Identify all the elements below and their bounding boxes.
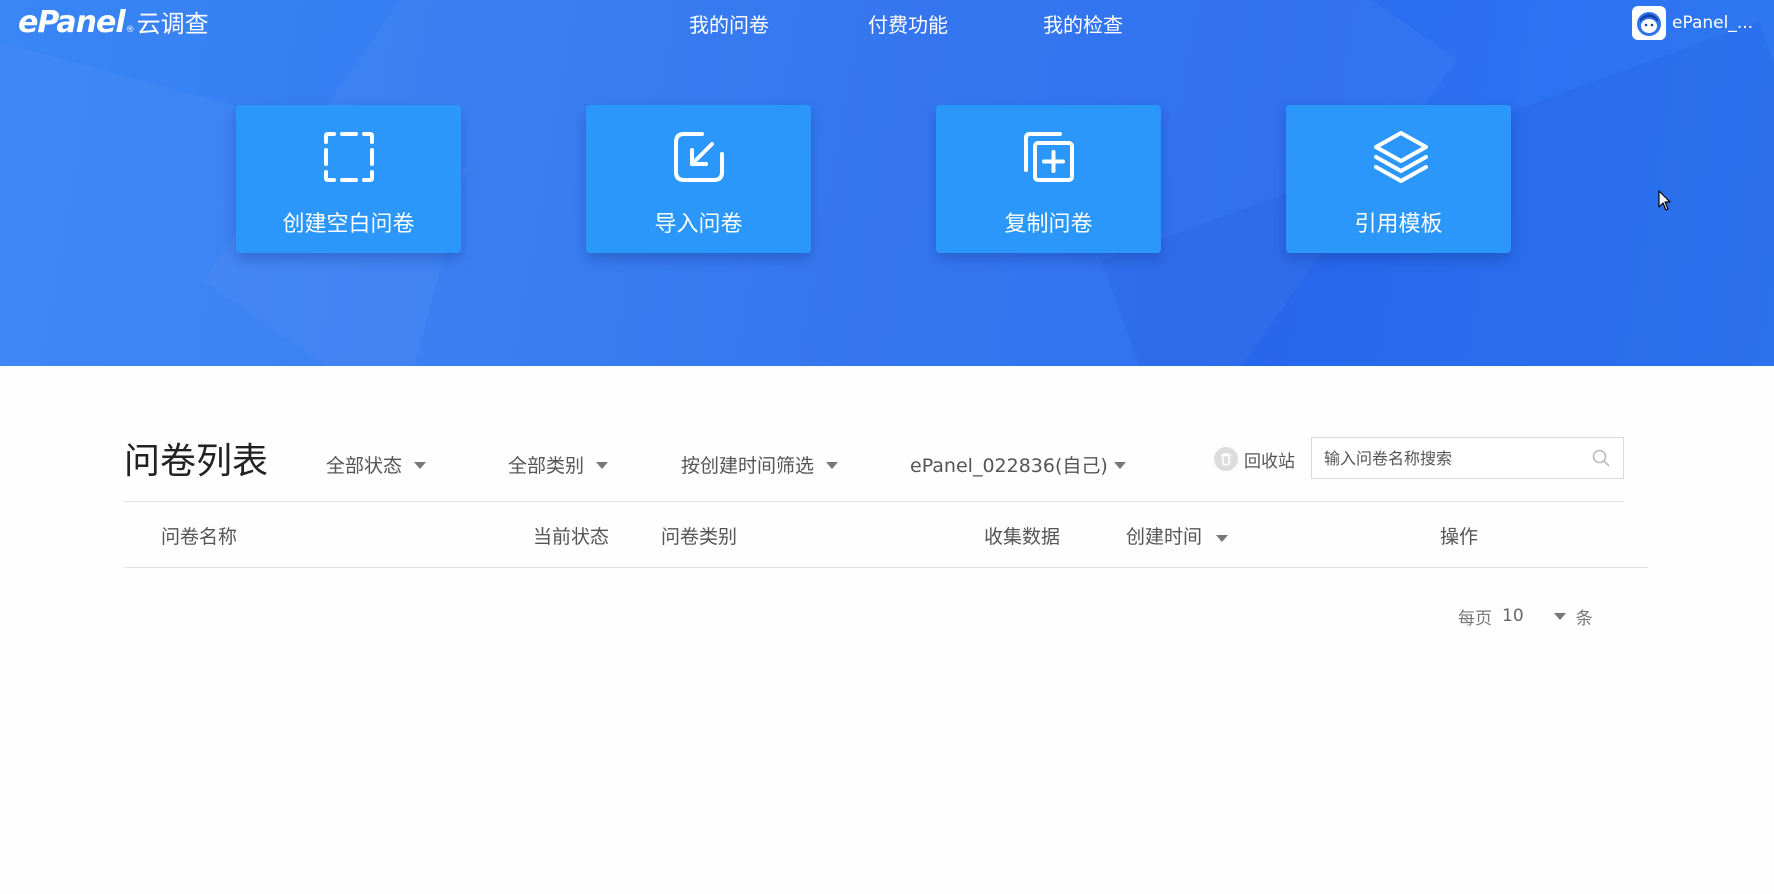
- search-icon[interactable]: [1591, 448, 1611, 468]
- logo-word: ePanel: [18, 5, 126, 40]
- nav-my-surveys[interactable]: 我的问卷: [689, 9, 769, 37]
- layers-icon: [1374, 131, 1428, 183]
- page-size-select[interactable]: 10: [1502, 606, 1566, 626]
- search-box: [1311, 437, 1624, 479]
- caret-down-icon: [414, 462, 427, 469]
- import-arrow-icon: [674, 132, 724, 182]
- user-menu[interactable]: ePanel_...: [1632, 6, 1753, 40]
- sort-caret-icon: [1216, 535, 1229, 542]
- category-filter-dropdown[interactable]: 全部类别: [508, 451, 609, 477]
- copy-plus-icon: [1024, 132, 1074, 182]
- user-name: ePanel_...: [1672, 13, 1754, 33]
- column-header-category: 问卷类别: [661, 526, 738, 548]
- create-blank-survey-button[interactable]: 创建空白问卷: [236, 105, 461, 253]
- column-header-collected-data: 收集数据: [984, 526, 1061, 548]
- category-filter-label: 全部类别: [508, 454, 585, 477]
- divider: [124, 567, 1648, 568]
- created-time-filter-dropdown[interactable]: 按创建时间筛选: [681, 451, 839, 477]
- hero-banner: ePanel ® 云调查 我的问卷 付费功能 我的检查 ePanel_... 创…: [0, 0, 1774, 366]
- avatar: [1632, 6, 1666, 40]
- top-navigation: ePanel ® 云调查 我的问卷 付费功能 我的检查 ePanel_...: [0, 0, 1774, 46]
- created-time-filter-label: 按创建时间筛选: [681, 454, 815, 477]
- recycle-bin-button[interactable]: 回收站: [1214, 446, 1295, 472]
- use-template-button[interactable]: 引用模板: [1286, 105, 1511, 253]
- page-size-suffix: 条: [1575, 608, 1593, 629]
- recycle-bin-label: 回收站: [1244, 451, 1295, 472]
- caret-down-icon: [1113, 462, 1126, 469]
- column-header-actions: 操作: [1440, 526, 1479, 548]
- caret-down-icon: [826, 462, 839, 469]
- card-label: 复制问卷: [1004, 212, 1093, 237]
- status-filter-label: 全部状态: [326, 454, 403, 477]
- owner-filter-dropdown[interactable]: ePanel_022836(自己): [910, 451, 1126, 477]
- card-label: 引用模板: [1354, 212, 1443, 237]
- pagination-page-size: 每页 10 条: [1458, 603, 1593, 629]
- logo[interactable]: ePanel ® 云调查: [18, 4, 209, 40]
- nav-my-checks[interactable]: 我的检查: [1043, 9, 1123, 37]
- column-header-created-time[interactable]: 创建时间: [1126, 522, 1229, 549]
- created-time-header-label: 创建时间: [1126, 526, 1203, 548]
- trash-icon: [1214, 447, 1238, 471]
- import-survey-button[interactable]: 导入问卷: [586, 105, 811, 253]
- column-header-status: 当前状态: [533, 526, 610, 548]
- column-header-name: 问卷名称: [161, 526, 238, 548]
- mouse-cursor-icon: [1658, 190, 1671, 211]
- logo-registered-mark: ®: [125, 25, 135, 35]
- logo-chinese-name: 云调查: [136, 10, 209, 38]
- caret-down-icon: [596, 462, 609, 469]
- page-size-value: 10: [1502, 606, 1524, 626]
- user-avatar-icon: [1637, 12, 1661, 36]
- owner-filter-label: ePanel_022836(自己): [910, 454, 1108, 477]
- card-label: 创建空白问卷: [282, 212, 415, 237]
- dashed-square-icon: [324, 132, 374, 182]
- divider: [124, 501, 1624, 502]
- card-label: 导入问卷: [654, 212, 743, 237]
- status-filter-dropdown[interactable]: 全部状态: [326, 451, 427, 477]
- copy-survey-button[interactable]: 复制问卷: [936, 105, 1161, 253]
- page-title: 问卷列表: [124, 441, 269, 482]
- search-input[interactable]: [1324, 438, 1584, 478]
- nav-paid-features[interactable]: 付费功能: [868, 9, 948, 37]
- caret-down-icon: [1553, 612, 1566, 620]
- page-size-prefix: 每页: [1458, 608, 1492, 629]
